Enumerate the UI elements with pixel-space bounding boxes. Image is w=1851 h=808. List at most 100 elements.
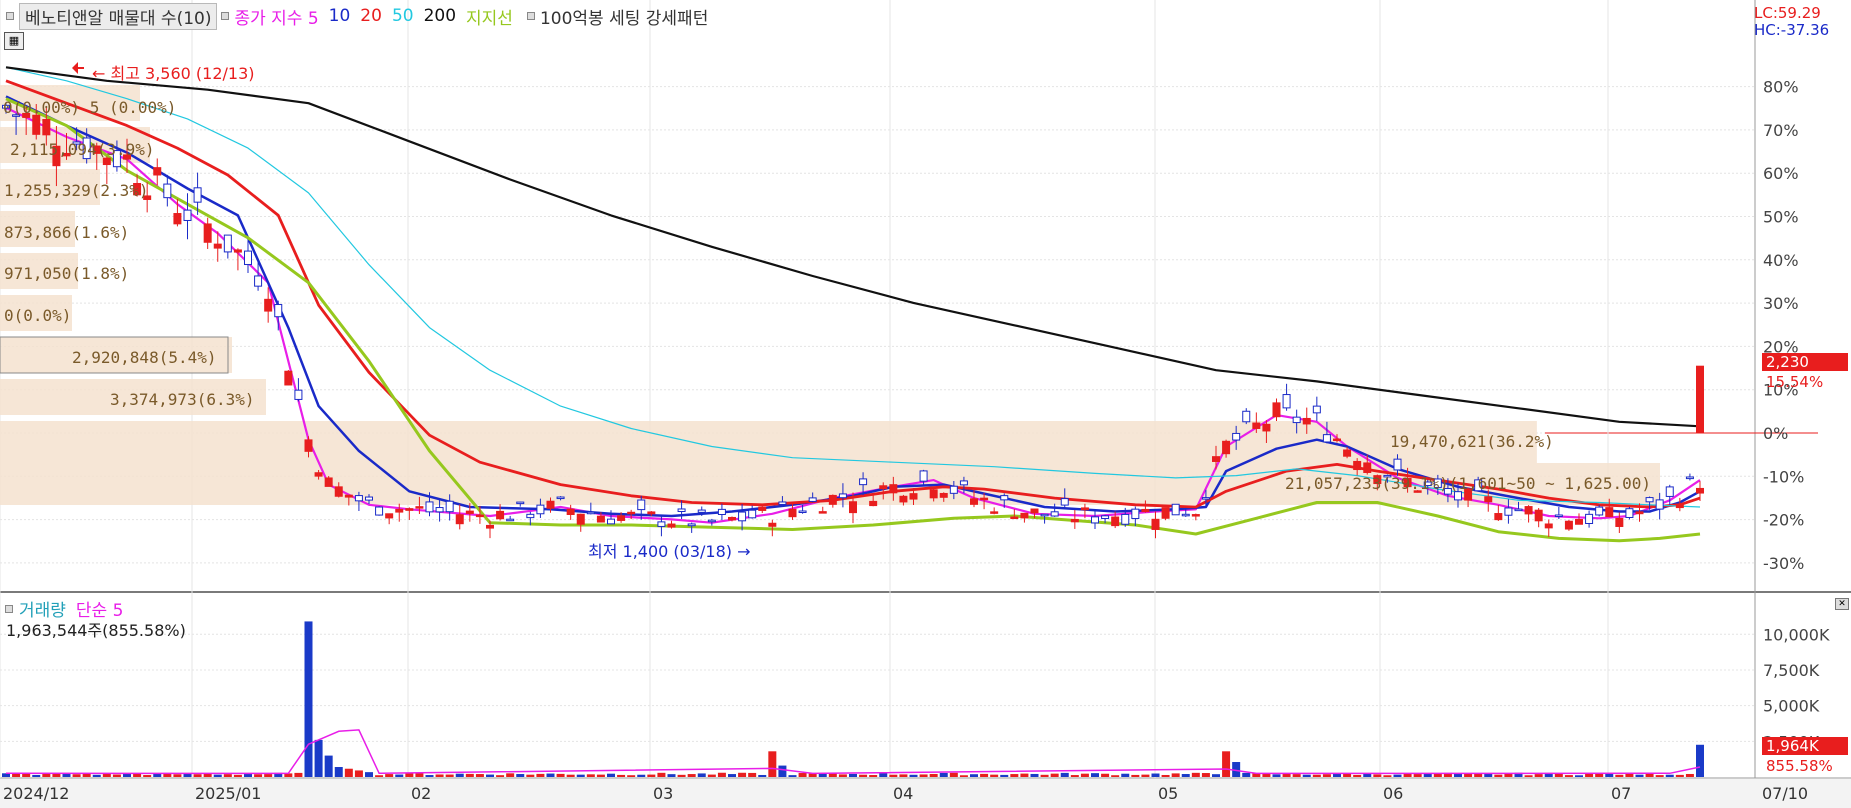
volume-bar [536,773,545,777]
legend-item-ma20[interactable]: 20 [360,6,382,26]
legend-item-ma10[interactable]: 10 [329,6,351,26]
volume-bar [203,773,212,777]
table-toggle-icon[interactable]: ▦ [4,32,24,50]
legend-item-ma200[interactable]: 200 [424,6,456,26]
volume-tick-label: 10,000K [1763,625,1830,644]
volume-bar [959,775,968,777]
pct-tag: 15.54% [1766,373,1824,391]
panel-close-icon[interactable]: ✕ [1835,598,1849,610]
candle-body [859,478,868,486]
candle-body [1201,497,1210,500]
candle-body [1060,498,1069,506]
volume-bar [375,775,384,777]
volume-bar [244,774,252,777]
candle-body [1322,434,1331,443]
stock-chart: 80%70%60%50%40%30%20%10%0%-10%-20%-30%20… [0,0,1851,808]
candle-body [1091,516,1099,524]
volume-bar [213,774,222,777]
legend-title[interactable]: 베노티앤알 매물대 수(10) [19,2,218,30]
legend-item-support[interactable]: 지지선 [466,4,513,29]
volume-bar [607,773,615,777]
candle-body [244,250,252,266]
legend-item-ma5[interactable]: 종가 지수 5 [234,4,318,29]
grid [0,0,1851,808]
legend-toggle-icon[interactable] [526,12,535,20]
volume-bar [647,774,656,777]
candle-body [294,389,303,400]
volume-bar [1524,775,1533,777]
volume-bar [1494,774,1503,777]
candle-body [314,472,323,477]
volume-bar [1131,774,1140,777]
volume-bar [254,774,263,777]
candle-body [1302,417,1311,425]
candle-body [596,515,605,523]
legend-item-ma50[interactable]: 50 [392,6,414,26]
candle-body [818,511,827,514]
volume-bar [143,775,152,777]
profile-label: 2,115,094(3.9%) [10,140,155,159]
candle-body [1333,438,1341,442]
candle-body [425,501,434,513]
volume-bar [1635,774,1644,777]
volume-bar [909,774,918,777]
volume-bar [1554,773,1563,777]
candle-body [909,493,918,500]
time-axis-bg [0,779,1851,808]
profile-label: 21,057,233(39.1%)(1,601~50 ~ 1,625.00) [1285,474,1652,493]
candle-body [385,513,394,519]
volume-bar [859,774,868,777]
candle-body [990,511,999,514]
candle-body [929,489,938,499]
low-annotation-text: 최저 1,400 (03/18) [588,542,733,561]
volume-bar [879,773,888,777]
volume-tick-label: 5,000K [1763,697,1820,716]
volume-bar [1040,774,1049,777]
time-tick-label: 06 [1383,784,1403,803]
volume-bar [939,772,948,777]
volume-bar [1201,773,1210,777]
candle-body [899,495,908,503]
background [0,0,1851,808]
candle-body [970,498,978,505]
volume-bar [294,772,303,777]
volume-bar [1504,773,1513,777]
legend-item-pattern[interactable]: 100억봉 세팅 강세패턴 [540,4,708,29]
candle-body [284,370,293,386]
volume-bar [486,774,494,777]
candle-body [738,511,747,522]
volume-bar [1212,774,1220,777]
candle-body [607,518,615,525]
price-tick-label: 70% [1763,121,1799,140]
volume-bar [1070,775,1079,777]
price-tick-label: -10% [1763,467,1804,486]
candle-body [586,511,595,515]
volume-bar [1101,773,1110,777]
candle-body [919,470,928,482]
volume-bar [980,773,989,777]
time-tick-label: 05 [1158,784,1178,803]
volume-bar [1272,774,1281,777]
legend-toggle-icon[interactable] [6,12,14,20]
volume-bar [385,774,394,777]
legend-toggle-icon[interactable] [221,12,230,20]
legend-toggle-icon[interactable] [5,604,13,613]
price-tag: 2,230 [1762,353,1848,371]
volume-bar [1091,773,1099,777]
volume-bar [1312,774,1321,777]
candle-body [869,500,878,507]
candle-body [647,511,656,515]
volume-bar [1564,775,1573,777]
candle-body [1696,487,1704,494]
candle-body [657,521,666,527]
volume-bar [970,774,978,777]
candle-body [1353,460,1362,471]
candle-body [1242,410,1251,423]
chart-legend: 베노티앤알 매물대 수(10) 종가 지수 5 10 20 50 200 지지선… [2,2,718,30]
volume-bar [788,775,797,777]
candle-body [1000,495,1009,501]
candle-body [879,485,888,490]
candle-body [1645,497,1654,503]
candle-body [1181,513,1190,517]
volume-bar [1675,774,1684,777]
